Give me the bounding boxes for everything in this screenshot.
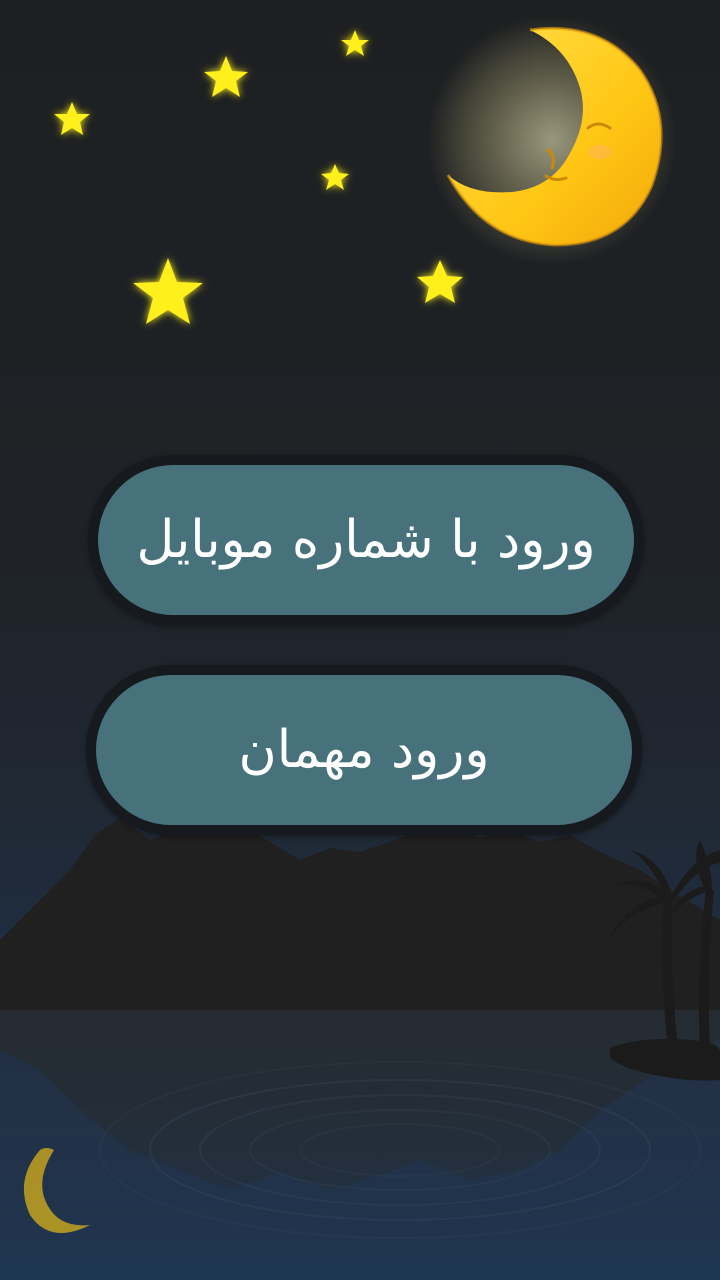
- star-icon: [341, 30, 369, 56]
- guest-login-label: ورود مهمان: [238, 720, 490, 780]
- star-icon: [204, 56, 248, 97]
- star-icon: [54, 102, 90, 135]
- star-icon: [321, 164, 349, 190]
- login-with-mobile-button[interactable]: ورود با شماره موبایل: [88, 455, 644, 625]
- login-with-mobile-label: ورود با شماره موبایل: [136, 510, 596, 570]
- star-icon: [133, 258, 203, 324]
- sleeping-moon-icon: [427, 15, 677, 265]
- star-icon: [417, 260, 463, 303]
- night-scene-background: [0, 15, 720, 1280]
- mountain-silhouette: [0, 808, 720, 1010]
- guest-login-button[interactable]: ورود مهمان: [86, 665, 642, 835]
